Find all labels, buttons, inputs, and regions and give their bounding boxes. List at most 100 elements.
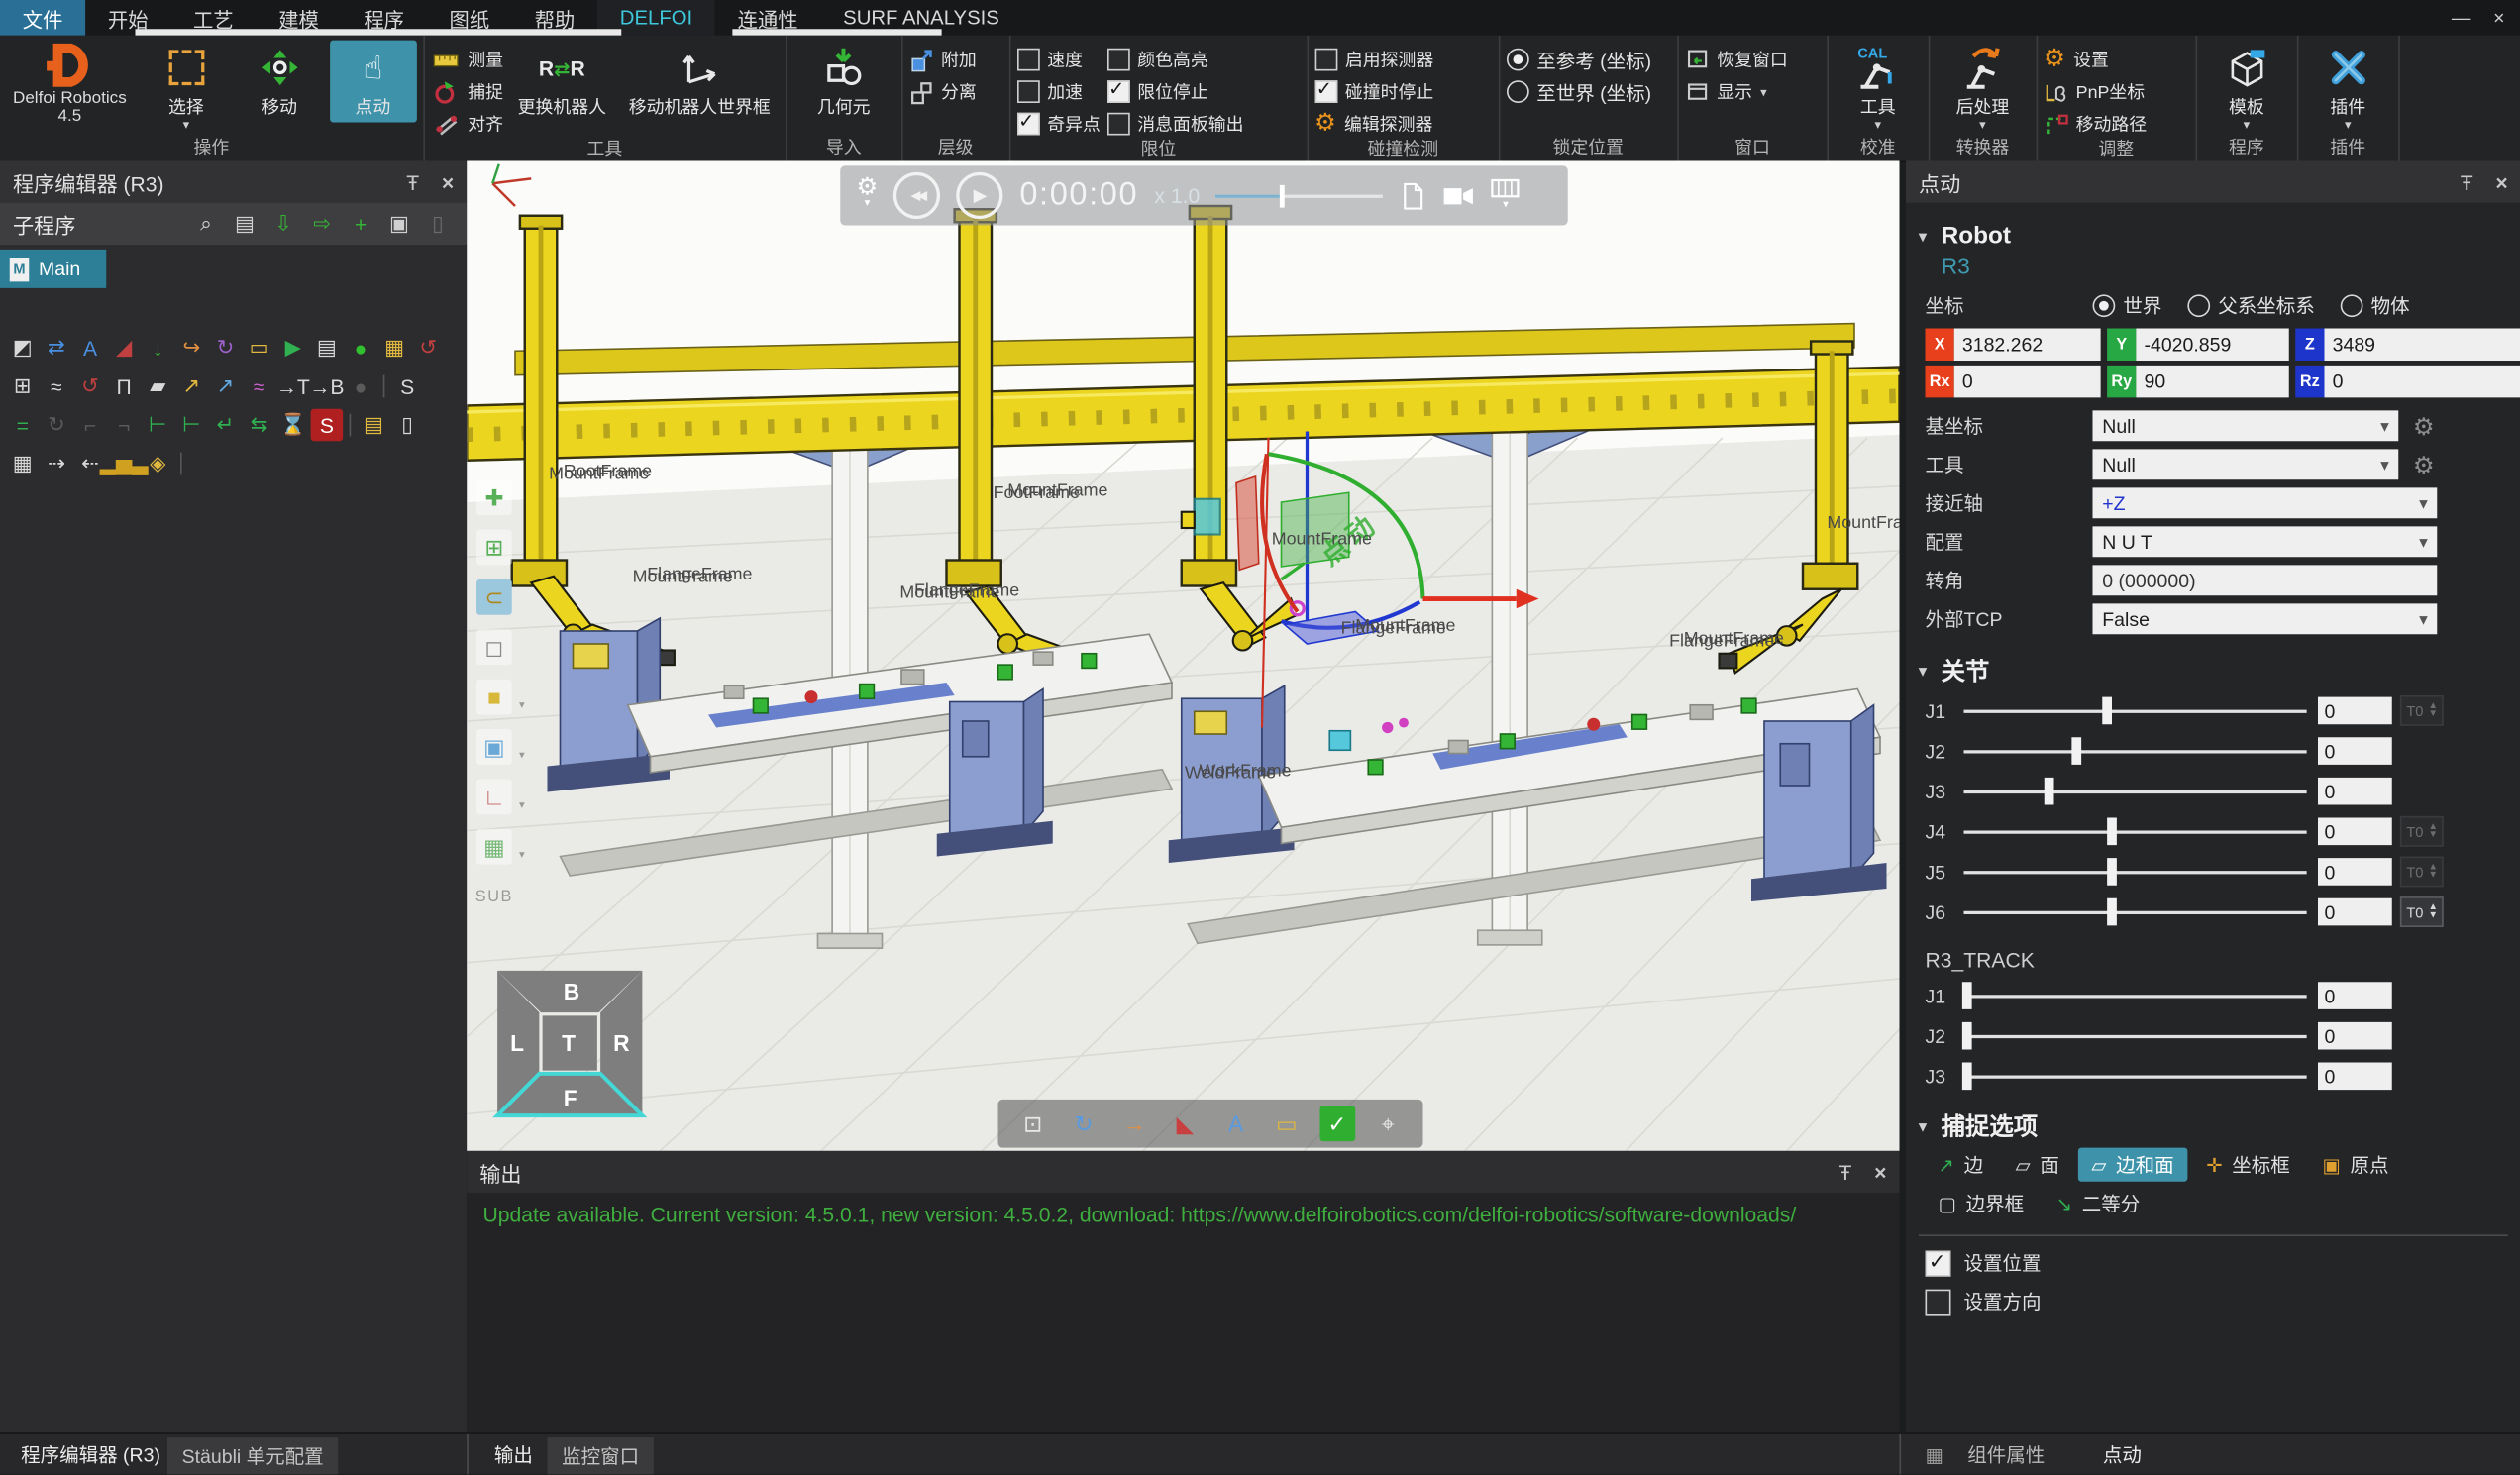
radio-2[interactable]: 物体 [2341,291,2410,319]
swap-view-icon[interactable]: ↻ [1066,1106,1102,1141]
robot-name[interactable]: R3 [1942,253,2508,278]
selection-frame-icon[interactable]: ▭ [1269,1106,1305,1141]
joint-value-J3[interactable]: 0 [2318,1063,2392,1091]
checkbox-1[interactable]: 限位停止 [1106,77,1243,106]
to-tool-icon[interactable]: →T [277,370,310,403]
x-field[interactable]: 3182.262 [1954,329,2101,362]
radio-1[interactable]: 父系坐标系 [2187,291,2314,319]
3d-scene[interactable]: 点动 RootFrameMountFrameFlangeFrameMountFr… [467,161,1899,1151]
checklist-icon[interactable]: ▤ [229,208,262,241]
slider-handle[interactable] [1962,982,1972,1009]
annotation-icon[interactable]: A [1218,1106,1254,1141]
move-button[interactable]: 移动 [236,41,323,123]
minimize-icon[interactable]: — [2452,7,2471,30]
slider-handle[interactable] [2106,858,2116,886]
checkbox-1[interactable]: 加速 [1016,77,1101,106]
slider-handle[interactable] [1962,1063,1972,1091]
arrow-up-icon[interactable]: ↗ [209,370,242,403]
pin-icon[interactable]: Ŧ [2461,169,2473,193]
settings-button[interactable]: ⚙ 设置 [2044,46,2147,74]
joint-value-J3[interactable]: 0 [2318,778,2392,805]
text-statement-icon[interactable]: A [74,332,107,365]
align-button[interactable]: 对齐 [431,110,503,139]
sub-label[interactable]: SUB [476,879,512,914]
pattern-icon[interactable]: Π [108,370,141,403]
joint-value-J4[interactable]: 0 [2318,818,2392,846]
move-path-button[interactable]: 移动路径 [2044,110,2147,139]
path-points-icon[interactable]: → [1116,1106,1152,1141]
view-cube-top[interactable]: T [562,1030,576,1056]
joint-slider-J2[interactable] [1964,734,2307,768]
joint-slider-J5[interactable] [1964,855,2307,889]
lock-radio-1[interactable]: 至世界 (坐标) [1506,78,1651,106]
curve-icon[interactable]: ≈ [41,370,73,403]
pin-icon[interactable]: Ŧ [406,169,419,193]
base-frame-select[interactable]: Null▼ [2093,410,2399,441]
io-out-icon[interactable]: ⇢ [41,448,73,480]
sync-icon[interactable]: ⇆ [243,409,275,442]
joint-slider-J3[interactable] [1964,775,2307,808]
loop-disabled-icon[interactable]: ↻ [41,409,73,442]
view-cube-back[interactable]: B [564,979,579,1004]
pdf-export-icon[interactable] [1400,181,1427,210]
checkbox-2[interactable]: 奇异点 [1016,110,1101,139]
snap-option-面[interactable]: ▱面 [2003,1148,2072,1182]
rz-field[interactable]: 0 [2325,366,2520,398]
turn-spinner-J5[interactable]: T0▲▼ [2400,857,2445,888]
postprocess-button[interactable]: 后处理 ▾ [1940,41,2027,134]
delete-program-icon[interactable]: ▯ [422,208,455,241]
conveyor-icon[interactable]: ▦ [378,332,411,365]
lock-radio-0[interactable]: 至参考 (坐标) [1506,46,1651,73]
jog-button[interactable]: ☝ 点动 [330,41,417,123]
detach-button[interactable]: 分离 [909,77,977,106]
assign-icon[interactable]: = [7,409,40,442]
to-base-icon[interactable]: →B [311,370,344,403]
program-view-icon[interactable]: ⊡ [1015,1106,1051,1141]
joint-slider-J2[interactable] [1964,1019,2307,1053]
plugins-button[interactable]: 插件 ▾ [2304,41,2391,134]
turn-spinner-J6[interactable]: T0▲▼ [2400,896,2445,927]
marker-icon[interactable]: ● [345,332,377,365]
search-icon[interactable]: ⌕ [190,208,223,241]
block-icon[interactable]: ◈ [142,448,174,480]
copy-program-icon[interactable]: ▣ [383,208,416,241]
y-field[interactable]: -4020.859 [2136,329,2288,362]
swap-robot-button[interactable]: R⇄R 更换机器人 [510,41,615,123]
tool-frame-select[interactable]: Null▼ [2093,449,2399,479]
joint-slider-J1[interactable] [1964,693,2307,727]
server-icon[interactable]: ▤ [311,332,344,365]
jump2-disabled-icon[interactable]: ¬ [108,409,141,442]
close-window-icon[interactable]: × [2493,7,2504,30]
circular-icon[interactable]: ↻ [209,332,242,365]
checkbox-0[interactable]: 颜色高亮 [1106,46,1243,74]
animation-export-button[interactable]: ▾ [1491,178,1520,214]
pnp-frame-button[interactable]: PnP坐标 [2044,77,2147,106]
folder-icon[interactable]: ▰ [142,370,174,403]
configuration-select[interactable]: N U T▼ [2093,526,2438,557]
tab-output[interactable]: 输出 [479,1434,547,1475]
view-cube-right[interactable]: R [613,1030,629,1056]
wireframe-cube-icon[interactable]: ◻ [476,629,512,665]
gear-icon[interactable]: ⚙ [2413,450,2435,478]
checkbox-2[interactable]: 消息面板输出 [1106,110,1243,139]
frame-icon[interactable]: ▭ [243,332,275,365]
tab-monitor-window[interactable]: 监控窗口 [548,1437,654,1474]
select-button[interactable]: 选择 ▾ [143,41,230,134]
display-button[interactable]: 显示 ▾ [1685,77,1788,106]
joint-slider-J3[interactable] [1964,1059,2307,1093]
gear-icon[interactable]: ⚙ [2413,411,2435,440]
edit-detector-button[interactable]: ⚙编辑探测器 [1314,110,1433,139]
checkbox-0[interactable]: 速度 [1016,46,1101,74]
tab-jog[interactable]: 点动 [2088,1434,2155,1475]
approach-axis-select[interactable]: +Z▼ [2093,487,2438,518]
restore-window-button[interactable]: 恢复窗口 [1685,46,1788,74]
record-video-icon[interactable] [1443,184,1476,207]
chart-icon[interactable]: ▂▅▃ [108,448,141,480]
import-program-icon[interactable]: ⇩ [267,208,300,241]
insert-point-icon[interactable]: ↓ [142,332,174,365]
set-position-checkbox[interactable]: 设置位置 [1926,1249,2508,1277]
motion-ptp-icon[interactable]: ◩ [7,332,40,365]
template-button[interactable]: 模板 ▾ [2203,41,2290,134]
joints-section-header[interactable]: ▼关节 [1916,654,2508,687]
ry-field[interactable]: 90 [2136,366,2288,398]
